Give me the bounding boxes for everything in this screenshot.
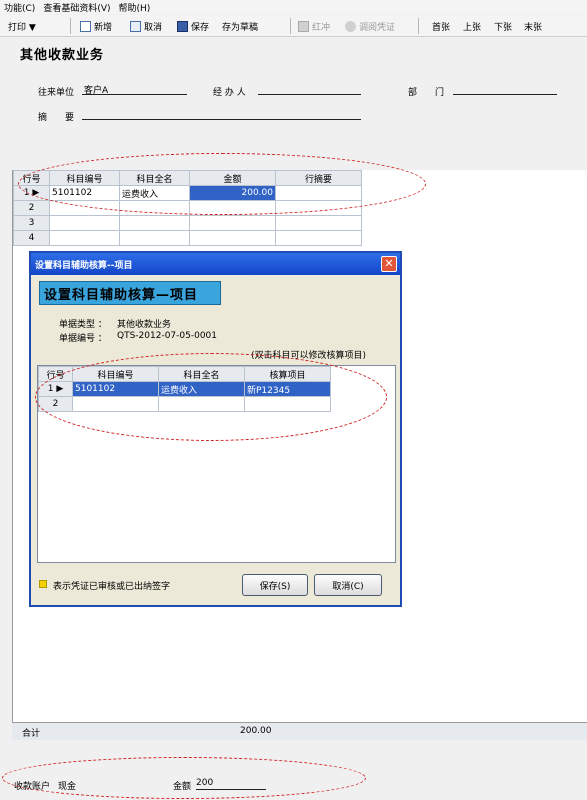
entry-table: 行号 科目编号 科目全名 金额 行摘要 1 ▶ 5101102 运费收入 200… xyxy=(13,170,362,246)
header-account-code: 科目编号 xyxy=(49,170,120,186)
unit-field[interactable]: 客户A xyxy=(82,83,187,96)
dialog-title: 设置科目辅助核算--项目 xyxy=(35,260,133,271)
row-number: 1 ▶ xyxy=(38,381,73,397)
header-line-summary: 行摘要 xyxy=(275,170,362,186)
account-code-cell[interactable]: 5101102 xyxy=(49,185,120,201)
dlg-header-project: 核算项目 xyxy=(244,366,331,382)
doc-number-value: QTS-2012-07-05-0001 xyxy=(117,331,217,341)
department-field[interactable] xyxy=(453,83,557,95)
toolbar-separator xyxy=(418,18,419,34)
summary-label: 摘 要 xyxy=(38,113,75,123)
dialog-cancel-button[interactable]: 取消(C) xyxy=(314,574,382,596)
dialog-banner: 设置科目辅助核算—项目 xyxy=(39,281,221,305)
table-row[interactable]: 3 xyxy=(13,215,362,231)
amount-label: 金额 xyxy=(173,782,192,792)
dialog-table: 行号 科目编号 科目全名 核算项目 1 ▶ 5101102 运费收入 新P123… xyxy=(38,366,331,412)
row-number: 2 xyxy=(38,396,73,412)
next-button[interactable]: 下张 xyxy=(494,19,512,33)
save-draft-button[interactable]: 存为草稿 xyxy=(222,19,258,33)
header-amount: 金额 xyxy=(189,170,276,186)
receipt-account-value[interactable]: 现金 xyxy=(58,779,76,792)
dlg-account-code-cell[interactable]: 5101102 xyxy=(72,381,159,397)
auxiliary-accounting-dialog: 设置科目辅助核算--项目 ✕ 设置科目辅助核算—项目 单据类型 ： 其他收款业务… xyxy=(29,251,402,607)
menu-help[interactable]: 帮助(H) xyxy=(119,1,151,14)
table-row[interactable]: 1 ▶ 5101102 运费收入 200.00 xyxy=(13,185,362,201)
total-value: 200.00 xyxy=(240,726,272,736)
table-row[interactable]: 2 xyxy=(13,200,362,216)
doc-number-label: 单据编号 ： xyxy=(59,334,107,344)
dialog-save-button[interactable]: 保存(S) xyxy=(242,574,308,596)
header-row-no: 行号 xyxy=(13,170,50,186)
dialog-title-bar: 设置科目辅助核算--项目 ✕ xyxy=(31,253,400,275)
amount-cell[interactable]: 200.00 xyxy=(189,185,276,201)
summary-field[interactable] xyxy=(82,108,361,120)
floppy-disk-icon xyxy=(177,20,188,32)
menu-bar: 功能(C) 查看基础资料(V) 帮助(H) xyxy=(0,0,587,14)
menu-view-basic-data[interactable]: 查看基础资料(V) xyxy=(43,1,110,14)
toolbar-separator xyxy=(70,18,71,34)
toolbar: 打印 ▼ 新增 取消 保存 存为草稿 红冲 调阅凭证 首张 上张 下张 末张 xyxy=(0,15,587,37)
total-bar: 合计 200.00 xyxy=(12,722,587,740)
new-button[interactable]: 新增 xyxy=(80,19,112,33)
red-reverse-icon xyxy=(298,20,309,32)
legend-text: 表示凭证已审核或已出纳签字 xyxy=(53,582,171,592)
receipt-account-label: 收款账户 xyxy=(14,782,51,792)
first-button[interactable]: 首张 xyxy=(432,19,450,33)
total-label: 合计 xyxy=(22,729,41,739)
amount-field[interactable]: 200 xyxy=(196,778,266,790)
row-number: 4 xyxy=(13,230,50,246)
cancel-toolbar-button[interactable]: 取消 xyxy=(130,19,162,33)
dlg-account-name-cell[interactable]: 运费收入 xyxy=(158,381,245,397)
account-name-cell[interactable]: 运费收入 xyxy=(119,185,190,201)
table-row[interactable]: 1 ▶ 5101102 运费收入 新P12345 xyxy=(38,381,331,397)
last-button[interactable]: 末张 xyxy=(524,19,542,33)
toolbar-separator xyxy=(290,18,291,34)
doc-type-label: 单据类型 ： xyxy=(59,320,107,330)
doc-type-value: 其他收款业务 xyxy=(117,320,172,330)
header-account-name: 科目全名 xyxy=(119,170,190,186)
legend-square xyxy=(39,580,47,588)
handler-label: 经 办 人 xyxy=(213,88,246,98)
table-row[interactable]: 2 xyxy=(38,396,331,412)
unit-label: 往来单位 xyxy=(38,88,75,98)
recall-voucher-button[interactable]: 调阅凭证 xyxy=(345,19,395,33)
dlg-header-row-no: 行号 xyxy=(38,366,73,382)
new-document-icon xyxy=(80,20,91,32)
print-button[interactable]: 打印 ▼ xyxy=(8,19,36,33)
annotation-ellipse xyxy=(2,757,366,799)
prev-button[interactable]: 上张 xyxy=(463,19,481,33)
dlg-header-account-name: 科目全名 xyxy=(158,366,245,382)
dlg-project-cell[interactable]: 新P12345 xyxy=(244,381,331,397)
dialog-hint: (双击科目可以修改核算项目) xyxy=(251,351,367,361)
handler-field[interactable] xyxy=(258,83,361,95)
close-icon[interactable]: ✕ xyxy=(381,256,397,272)
department-label: 部 门 xyxy=(408,88,445,98)
row-number: 2 xyxy=(13,200,50,216)
red-reverse-button[interactable]: 红冲 xyxy=(298,19,330,33)
row-number: 3 xyxy=(13,215,50,231)
table-row[interactable]: 4 xyxy=(13,230,362,246)
row-number: 1 ▶ xyxy=(13,185,50,201)
dlg-header-account-code: 科目编号 xyxy=(72,366,159,382)
cancel-icon xyxy=(130,20,141,32)
page-title: 其他收款业务 xyxy=(20,48,105,63)
line-summary-cell[interactable] xyxy=(275,185,362,201)
person-icon xyxy=(345,20,356,32)
menu-function[interactable]: 功能(C) xyxy=(4,1,35,14)
save-toolbar-button[interactable]: 保存 xyxy=(177,19,209,33)
dialog-grid[interactable]: 行号 科目编号 科目全名 核算项目 1 ▶ 5101102 运费收入 新P123… xyxy=(37,365,396,563)
